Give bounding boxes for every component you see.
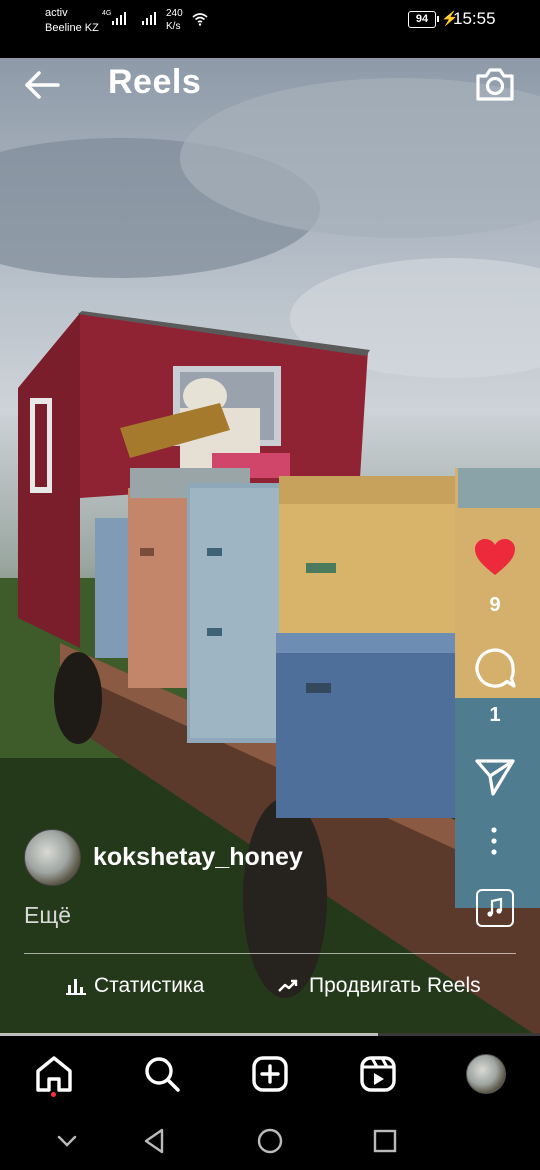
wifi-icon [192, 13, 208, 26]
reel-video[interactable] [0, 58, 540, 1033]
statistics-label: Статистика [94, 974, 205, 997]
bottom-navigation [0, 1036, 540, 1112]
home-circle-icon[interactable] [255, 1126, 285, 1156]
statistics-button[interactable]: Статистика [66, 970, 204, 1002]
system-navigation [0, 1112, 540, 1170]
home-icon[interactable] [34, 1054, 74, 1094]
battery-indicator: 94 [408, 11, 439, 28]
like-count: 9 [489, 594, 501, 616]
paper-plane-icon [475, 759, 515, 796]
carrier-label: activ Beeline KZ [45, 6, 99, 36]
heart-filled-icon [475, 539, 515, 575]
like-button[interactable] [473, 537, 517, 577]
comment-count: 1 [489, 704, 501, 726]
reels-icon[interactable] [358, 1054, 398, 1094]
profile-avatar[interactable] [466, 1054, 506, 1094]
comment-bubble-icon [475, 648, 516, 688]
create-plus-icon[interactable] [250, 1054, 290, 1094]
network-speed: 240 K/s [166, 7, 183, 33]
divider [24, 953, 516, 954]
author-avatar[interactable] [24, 829, 81, 886]
share-button[interactable] [474, 757, 516, 797]
arrow-left-icon[interactable] [22, 68, 62, 102]
signal-icon [112, 12, 126, 25]
promote-label: Продвигать Reels [309, 974, 481, 997]
caption-more-link[interactable]: Ещё [24, 902, 71, 929]
author-username[interactable]: kokshetay_honey [93, 843, 303, 872]
reels-header: Reels [0, 58, 540, 112]
speed-value: 240 [166, 8, 183, 19]
reel-video-frame [0, 78, 540, 1033]
more-options-button[interactable] [484, 826, 504, 856]
promote-reels-button[interactable]: Продвигать Reels [277, 970, 481, 1002]
back-triangle-icon[interactable] [140, 1126, 170, 1156]
search-icon[interactable] [142, 1054, 182, 1094]
clock: 15:55 [453, 9, 496, 28]
comment-button[interactable] [473, 646, 517, 690]
status-bar: activ Beeline KZ 4G 240 K/s 94 ⚡ 15:55 [0, 0, 540, 40]
audio-button[interactable] [476, 889, 514, 927]
carrier-line-2: Beeline KZ [45, 22, 99, 34]
trending-up-icon [278, 979, 298, 992]
recents-square-icon[interactable] [370, 1126, 400, 1156]
notification-dot [51, 1092, 56, 1097]
page-title: Reels [108, 63, 202, 101]
camera-icon[interactable] [474, 64, 516, 104]
vertical-dots-icon [491, 827, 497, 855]
signal-icon-2 [142, 12, 156, 25]
carrier-line-1: activ [45, 7, 68, 19]
chevron-down-icon[interactable] [52, 1126, 82, 1156]
music-note-icon [486, 897, 502, 917]
bar-chart-icon [66, 979, 86, 995]
network-type: 4G [102, 10, 112, 17]
speed-unit: K/s [166, 21, 181, 32]
